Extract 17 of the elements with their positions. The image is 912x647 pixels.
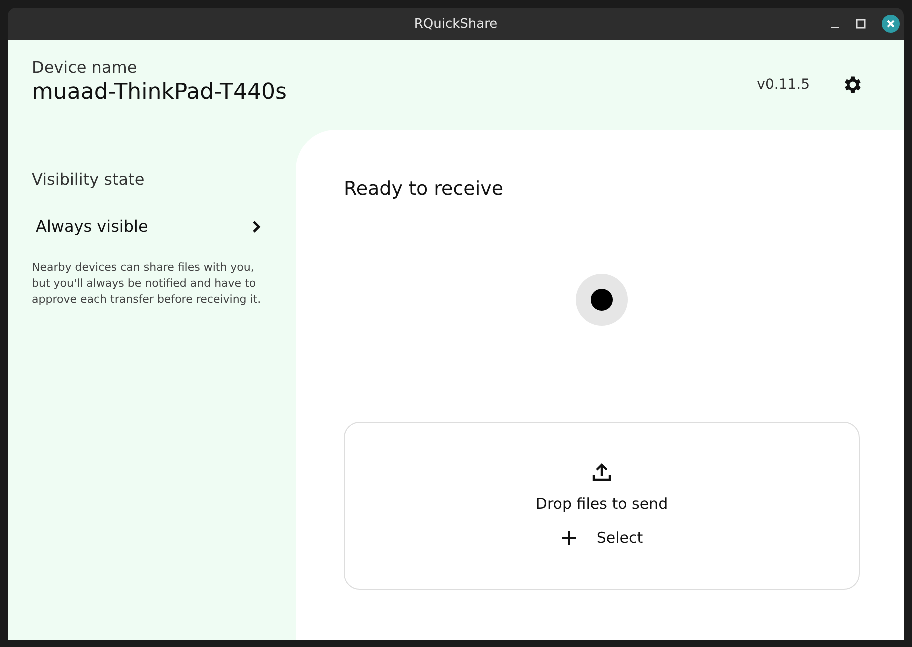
receiving-indicator-icon (576, 274, 628, 326)
device-name-label: Device name (32, 58, 138, 77)
visibility-description: Nearby devices can share files with you, but you'll always be notified and have to approve each transfer before receiving it. (32, 260, 262, 308)
version-label: v0.11.5 (757, 77, 810, 93)
chevron-right-icon (252, 220, 262, 234)
status-heading: Ready to receive (344, 178, 505, 200)
maximize-icon[interactable] (856, 19, 866, 29)
device-name: muaad-ThinkPad-T440s (32, 80, 287, 105)
upload-icon (591, 461, 613, 483)
select-button[interactable]: Select (552, 525, 652, 551)
section-heading: Visibility state (32, 170, 146, 189)
window-title: RQuickShare (414, 16, 498, 32)
plus-icon (560, 530, 577, 546)
drop-zone[interactable]: Drop files to send Select (344, 422, 860, 590)
close-icon[interactable] (882, 15, 900, 33)
visibility-selector[interactable]: Always visible (32, 211, 266, 242)
drop-files-text: Drop files to send (536, 495, 668, 513)
